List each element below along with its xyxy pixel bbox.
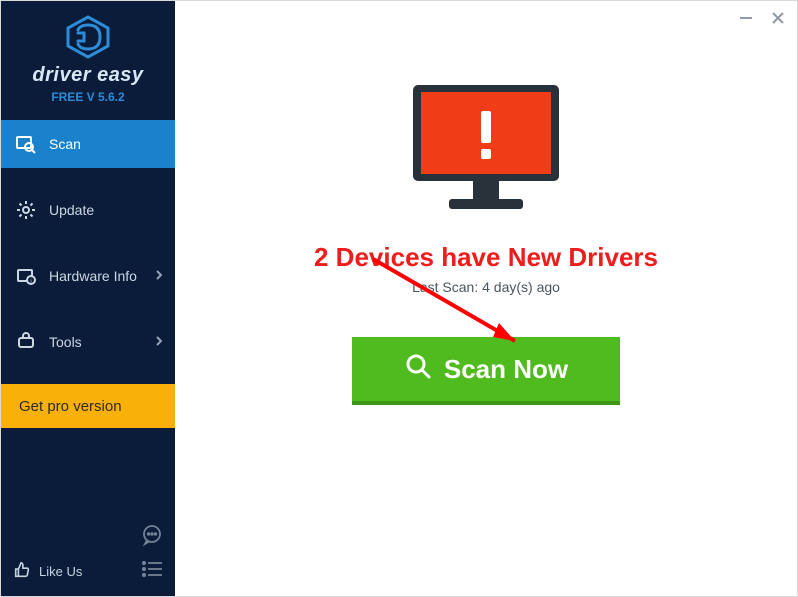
window-controls [737,9,787,27]
alert-monitor-graphic [401,79,571,224]
app-window: driver easy FREE V 5.6.2 Scan [0,0,798,597]
sidebar-item-scan[interactable]: Scan [1,120,175,168]
thumbs-up-icon [13,561,31,582]
brand-block: driver easy FREE V 5.6.2 [1,1,175,114]
sidebar-item-hardware[interactable]: i Hardware Info [1,252,175,300]
scan-icon [15,133,37,155]
get-pro-label: Get pro version [19,398,122,415]
main-content: 2 Devices have New Drivers Last Scan: 4 … [175,1,797,596]
like-us-label: Like Us [39,564,82,579]
chevron-right-icon [155,268,163,284]
sidebar-footer-icons [141,524,163,582]
search-icon [404,352,432,387]
scan-now-button[interactable]: Scan Now [352,337,620,405]
svg-text:i: i [30,279,31,285]
scan-now-label: Scan Now [444,354,568,385]
like-us-button[interactable]: Like Us [13,561,82,582]
hardware-icon: i [15,265,37,287]
close-button[interactable] [769,9,787,27]
status-headline: 2 Devices have New Drivers [314,242,658,273]
tools-icon [15,331,37,353]
minimize-button[interactable] [737,9,755,27]
sidebar-item-label: Tools [49,334,82,350]
sidebar: driver easy FREE V 5.6.2 Scan [1,1,175,596]
sidebar-item-tools[interactable]: Tools [1,318,175,366]
sidebar-item-label: Update [49,202,94,218]
feedback-icon[interactable] [141,524,163,551]
sidebar-item-update[interactable]: Update [1,186,175,234]
sidebar-item-label: Hardware Info [49,268,137,284]
sidebar-footer: Like Us [1,514,175,596]
get-pro-button[interactable]: Get pro version [1,384,175,428]
sidebar-item-label: Scan [49,136,81,152]
menu-icon[interactable] [141,561,163,582]
gear-icon [15,199,37,221]
brand-name: driver easy [32,64,143,87]
brand-version: FREE V 5.6.2 [51,90,124,104]
logo-icon [64,15,112,59]
sidebar-nav: Scan Update i [1,120,175,384]
chevron-right-icon [155,334,163,350]
last-scan-label: Last Scan: 4 day(s) ago [412,279,560,295]
